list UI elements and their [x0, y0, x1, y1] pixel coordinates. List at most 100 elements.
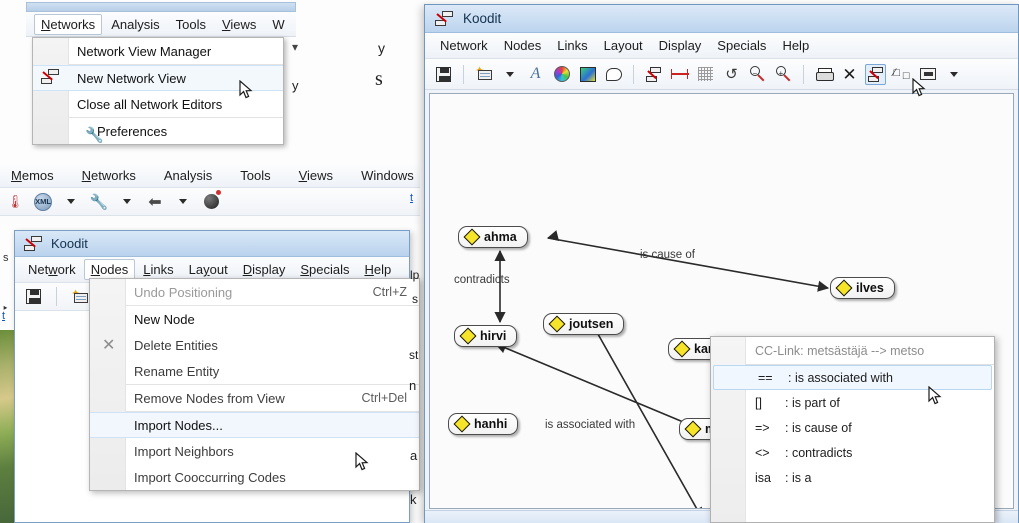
- menu-item-label: Undo Positioning: [134, 284, 233, 300]
- bg-menu-analysis[interactable]: Analysis: [157, 165, 219, 186]
- color-wheel-icon[interactable]: [551, 64, 572, 85]
- grid-icon[interactable]: [695, 64, 716, 85]
- close-icon[interactable]: ✕: [839, 64, 860, 85]
- undo-icon[interactable]: ↺: [721, 64, 742, 85]
- menu-links[interactable]: Links: [550, 35, 594, 56]
- zoom-in-icon[interactable]: +: [773, 64, 794, 85]
- graph-node-hanhi[interactable]: hanhi: [448, 413, 519, 435]
- menu-specials[interactable]: Specials: [710, 35, 773, 56]
- create-link-icon[interactable]: [865, 63, 886, 85]
- menu-item-shortcut: Ctrl+Del: [361, 391, 408, 405]
- chevron-down-icon[interactable]: [60, 191, 82, 213]
- menu-nodes[interactable]: Nodes: [83, 259, 136, 280]
- wrench-icon[interactable]: 🔧: [88, 191, 110, 213]
- menu-layout[interactable]: Layout: [597, 35, 650, 56]
- bg-menu-views[interactable]: Views: [292, 165, 340, 186]
- node-label: hanhi: [474, 417, 508, 431]
- menu-item-remove-nodes-from-view[interactable]: Remove Nodes from View Ctrl+Del: [90, 385, 419, 411]
- menu-item-import-nodes[interactable]: Import Nodes...: [90, 412, 419, 438]
- menu-specials[interactable]: Specials: [293, 259, 356, 280]
- menu-item-shortcut: Ctrl+Z: [372, 285, 407, 299]
- menu-item-network-view-manager[interactable]: Network View Manager: [33, 38, 283, 64]
- menu-help[interactable]: Help: [357, 259, 398, 280]
- menu-item-is-cause-of[interactable]: => : is cause of: [711, 415, 994, 440]
- fragment-s2: s: [375, 68, 383, 90]
- network-view-icon: [24, 235, 44, 252]
- fragment-link[interactable]: t: [2, 310, 5, 322]
- new-node-icon[interactable]: ✦: [473, 64, 494, 85]
- fragment-link-t[interactable]: t: [410, 192, 413, 204]
- bg-menu-tools[interactable]: Tools: [233, 165, 277, 186]
- window-titlebar: [26, 2, 296, 12]
- menu-display[interactable]: Display: [236, 259, 293, 280]
- menubar: Network Nodes Links Layout Display Speci…: [425, 33, 1018, 59]
- network-view-icon[interactable]: [643, 64, 664, 85]
- dropdown-caret-icon-bg: ▾: [292, 40, 299, 54]
- menu-item-is-part-of[interactable]: [] : is part of: [711, 390, 994, 415]
- bg-menu-memos[interactable]: Memos: [4, 165, 61, 186]
- menu-links[interactable]: Links: [136, 259, 180, 280]
- menu-item-import-neighbors[interactable]: Import Neighbors: [90, 438, 419, 464]
- menu-tools[interactable]: Tools: [169, 14, 213, 35]
- context-menu-header: CC-Link: metsästäjä --> metso: [755, 343, 925, 358]
- zoom-out-icon[interactable]: −: [747, 64, 768, 85]
- graph-node-joutsen[interactable]: joutsen: [543, 313, 625, 335]
- menu-item-preferences[interactable]: 🔧 Preferences: [33, 118, 283, 145]
- split-link-icon[interactable]: ∕ □ □: [891, 64, 912, 85]
- graph-node-ilves[interactable]: ilves: [830, 277, 895, 299]
- graph-node-hirvi[interactable]: hirvi: [454, 325, 518, 347]
- menu-item-close-all-network-editors[interactable]: Close all Network Editors: [33, 91, 283, 117]
- save-icon[interactable]: [433, 64, 454, 85]
- menu-views[interactable]: Views: [215, 14, 263, 35]
- chevron-down-icon[interactable]: [943, 64, 964, 85]
- menu-windows-truncated[interactable]: W: [265, 14, 291, 35]
- thermometer-icon[interactable]: 🌡: [4, 191, 26, 213]
- fragment-y1: y: [378, 40, 385, 56]
- node-label: ahma: [484, 230, 517, 244]
- menu-layout[interactable]: Layout: [182, 259, 235, 280]
- link-symbol: isa: [755, 470, 771, 485]
- window-icon[interactable]: [917, 64, 938, 85]
- new-node-icon[interactable]: ✦: [69, 286, 90, 307]
- menu-analysis[interactable]: Analysis: [104, 14, 166, 35]
- menu-item-undo-positioning[interactable]: Undo Positioning Ctrl+Z: [90, 279, 419, 305]
- menu-item-label: : is a: [785, 470, 812, 485]
- menu-item-rename-entity[interactable]: Rename Entity: [90, 358, 419, 384]
- save-icon[interactable]: [23, 286, 44, 307]
- back-arrow-icon[interactable]: ⬅: [144, 191, 166, 213]
- menu-item-label: Import Nodes...: [134, 417, 223, 433]
- menubar: Networks Analysis Tools Views W: [26, 13, 296, 37]
- menu-item-label: Preferences: [97, 123, 168, 139]
- print-icon[interactable]: [813, 64, 834, 85]
- menu-item-is-a[interactable]: isa : is a: [711, 465, 994, 490]
- window-title: Koodit: [463, 11, 502, 26]
- bg-menu-networks[interactable]: Networks: [75, 165, 143, 186]
- menu-networks[interactable]: Networks: [34, 14, 103, 35]
- chevron-down-icon[interactable]: [499, 64, 520, 85]
- menu-nodes[interactable]: Nodes: [497, 35, 549, 56]
- font-icon[interactable]: A: [525, 64, 546, 85]
- graph-node-ahma[interactable]: ahma: [458, 226, 528, 248]
- image-icon[interactable]: [577, 64, 598, 85]
- menu-network[interactable]: Network: [21, 259, 83, 280]
- menu-item-label: Import Cooccurring Codes: [134, 469, 286, 485]
- fragment-s: s: [412, 292, 418, 306]
- align-horizontal-icon[interactable]: [669, 64, 690, 85]
- bg-menu-windows[interactable]: Windows: [354, 165, 421, 186]
- window-titlebar[interactable]: Koodit: [425, 5, 1018, 33]
- menu-item-new-node[interactable]: New Node: [90, 306, 419, 332]
- menu-display[interactable]: Display: [652, 35, 709, 56]
- chevron-down-icon[interactable]: [116, 191, 138, 213]
- menu-item-import-cooccurring-codes[interactable]: Import Cooccurring Codes: [90, 464, 419, 490]
- chevron-down-icon[interactable]: [172, 191, 194, 213]
- menu-item-delete-entities[interactable]: ✕ Delete Entities: [90, 332, 419, 358]
- menu-item-new-network-view[interactable]: New Network View: [33, 65, 283, 91]
- menu-help[interactable]: Help: [775, 35, 816, 56]
- menu-item-contradicts[interactable]: <> : contradicts: [711, 440, 994, 465]
- xml-icon[interactable]: XML: [32, 191, 54, 213]
- comment-icon[interactable]: [603, 64, 624, 85]
- menu-network[interactable]: Network: [433, 35, 495, 56]
- code-icon: [459, 327, 477, 345]
- bomb-icon[interactable]: [200, 190, 222, 213]
- menu-item-is-associated-with[interactable]: == : is associated with: [713, 365, 992, 390]
